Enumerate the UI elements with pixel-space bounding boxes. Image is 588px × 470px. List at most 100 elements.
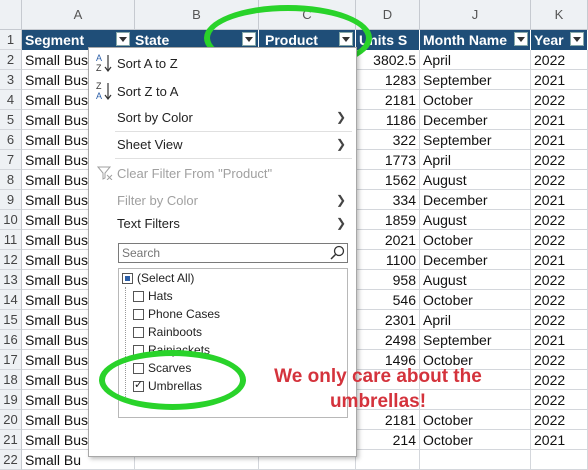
month-cell[interactable] — [420, 450, 531, 470]
year-cell[interactable]: 2022 — [531, 90, 588, 110]
row-header[interactable]: 13 — [0, 270, 22, 290]
month-cell[interactable]: April — [420, 50, 531, 70]
year-cell[interactable]: 2021 — [531, 70, 588, 90]
year-cell[interactable]: 2022 — [531, 350, 588, 370]
row-header[interactable]: 22 — [0, 450, 22, 470]
phone-cases-checkbox[interactable] — [133, 308, 144, 320]
row-header[interactable]: 11 — [0, 230, 22, 250]
row-header[interactable]: 1 — [0, 30, 22, 50]
month-cell[interactable]: April — [420, 150, 531, 170]
year-cell[interactable]: 2021 — [531, 130, 588, 150]
row-header[interactable]: 19 — [0, 390, 22, 410]
units-cell[interactable]: 2498 — [356, 330, 420, 350]
year-cell[interactable]: 2022 — [531, 310, 588, 330]
year-cell[interactable]: 2022 — [531, 270, 588, 290]
year-cell[interactable]: 2021 — [531, 110, 588, 130]
year-cell[interactable]: 2022 — [531, 210, 588, 230]
filter-search-input[interactable] — [119, 245, 325, 261]
year-cell[interactable]: 2021 — [531, 190, 588, 210]
row-header[interactable]: 2 — [0, 50, 22, 70]
row-header[interactable]: 17 — [0, 350, 22, 370]
month-cell[interactable]: September — [420, 130, 531, 150]
row-header[interactable]: 14 — [0, 290, 22, 310]
row-header[interactable]: 21 — [0, 430, 22, 450]
row-header[interactable]: 5 — [0, 110, 22, 130]
month-cell[interactable]: October — [420, 230, 531, 250]
units-cell[interactable]: 1773 — [356, 150, 420, 170]
year-cell[interactable]: 2021 — [531, 430, 588, 450]
month-cell[interactable]: October — [420, 290, 531, 310]
row-header[interactable]: 8 — [0, 170, 22, 190]
row-header[interactable]: 7 — [0, 150, 22, 170]
row-header[interactable]: 15 — [0, 310, 22, 330]
rainboots-checkbox[interactable] — [133, 326, 144, 338]
column-header-k[interactable]: K — [531, 0, 588, 30]
segment-filter-button[interactable] — [116, 32, 130, 46]
sort-by-color-item[interactable]: Sort by Color ❯ — [89, 105, 356, 129]
chevron-down-icon — [517, 36, 525, 42]
units-cell[interactable]: 546 — [356, 290, 420, 310]
column-header-j[interactable]: J — [420, 0, 531, 30]
year-cell[interactable] — [531, 450, 588, 470]
units-cell[interactable]: 1859 — [356, 210, 420, 230]
units-cell[interactable]: 1562 — [356, 170, 420, 190]
month-cell[interactable]: October — [420, 90, 531, 110]
year-cell[interactable]: 2022 — [531, 230, 588, 250]
units-cell[interactable]: 1100 — [356, 250, 420, 270]
row-header[interactable]: 6 — [0, 130, 22, 150]
month-cell[interactable]: December — [420, 250, 531, 270]
year-cell[interactable]: 2022 — [531, 50, 588, 70]
year-cell[interactable]: 2022 — [531, 410, 588, 430]
month-cell[interactable]: October — [420, 430, 531, 450]
units-cell[interactable]: 2301 — [356, 310, 420, 330]
units-cell[interactable]: 2021 — [356, 230, 420, 250]
units-cell[interactable] — [356, 450, 420, 470]
year-cell[interactable]: 2022 — [531, 150, 588, 170]
month-filter-button[interactable] — [514, 32, 528, 46]
year-cell[interactable]: 2021 — [531, 250, 588, 270]
text-filters-item[interactable]: Text Filters ❯ — [89, 211, 356, 235]
units-cell[interactable]: 1283 — [356, 70, 420, 90]
year-cell[interactable]: 2022 — [531, 170, 588, 190]
list-item-hats[interactable]: Hats — [133, 287, 173, 305]
month-cell[interactable]: December — [420, 190, 531, 210]
filter-search-box[interactable] — [118, 243, 348, 263]
select-all-corner[interactable] — [0, 0, 22, 30]
units-cell[interactable]: 334 — [356, 190, 420, 210]
units-cell[interactable]: 1186 — [356, 110, 420, 130]
units-cell[interactable]: 958 — [356, 270, 420, 290]
year-filter-button[interactable] — [570, 32, 584, 46]
units-cell[interactable]: 322 — [356, 130, 420, 150]
sort-z-to-a-item[interactable]: Z A Sort Z to A — [89, 79, 356, 103]
row-header[interactable]: 4 — [0, 90, 22, 110]
column-header-a[interactable]: A — [22, 0, 135, 30]
month-cell[interactable]: August — [420, 270, 531, 290]
year-cell[interactable]: 2022 — [531, 390, 588, 410]
row-header[interactable]: 3 — [0, 70, 22, 90]
row-header[interactable]: 18 — [0, 370, 22, 390]
month-cell[interactable]: August — [420, 170, 531, 190]
list-item-select-all[interactable]: (Select All) — [122, 269, 194, 287]
month-cell[interactable]: December — [420, 110, 531, 130]
row-header[interactable]: 10 — [0, 210, 22, 230]
month-cell[interactable]: April — [420, 310, 531, 330]
units-cell[interactable]: 214 — [356, 430, 420, 450]
units-cell[interactable]: 2181 — [356, 90, 420, 110]
units-cell[interactable]: 3802.5 — [356, 50, 420, 70]
list-item-rainboots[interactable]: Rainboots — [133, 323, 202, 341]
list-item-phone-cases[interactable]: Phone Cases — [133, 305, 220, 323]
row-header[interactable]: 12 — [0, 250, 22, 270]
select-all-checkbox[interactable] — [122, 272, 133, 284]
row-header[interactable]: 9 — [0, 190, 22, 210]
row-header[interactable]: 20 — [0, 410, 22, 430]
year-cell[interactable]: 2022 — [531, 290, 588, 310]
year-cell[interactable]: 2021 — [531, 330, 588, 350]
month-cell[interactable]: September — [420, 330, 531, 350]
sort-a-to-z-item[interactable]: A Z Sort A to Z — [89, 51, 356, 75]
hats-checkbox[interactable] — [133, 290, 144, 302]
year-cell[interactable]: 2022 — [531, 370, 588, 390]
sheet-view-item[interactable]: Sheet View ❯ — [89, 132, 356, 156]
month-cell[interactable]: August — [420, 210, 531, 230]
month-cell[interactable]: September — [420, 70, 531, 90]
row-header[interactable]: 16 — [0, 330, 22, 350]
